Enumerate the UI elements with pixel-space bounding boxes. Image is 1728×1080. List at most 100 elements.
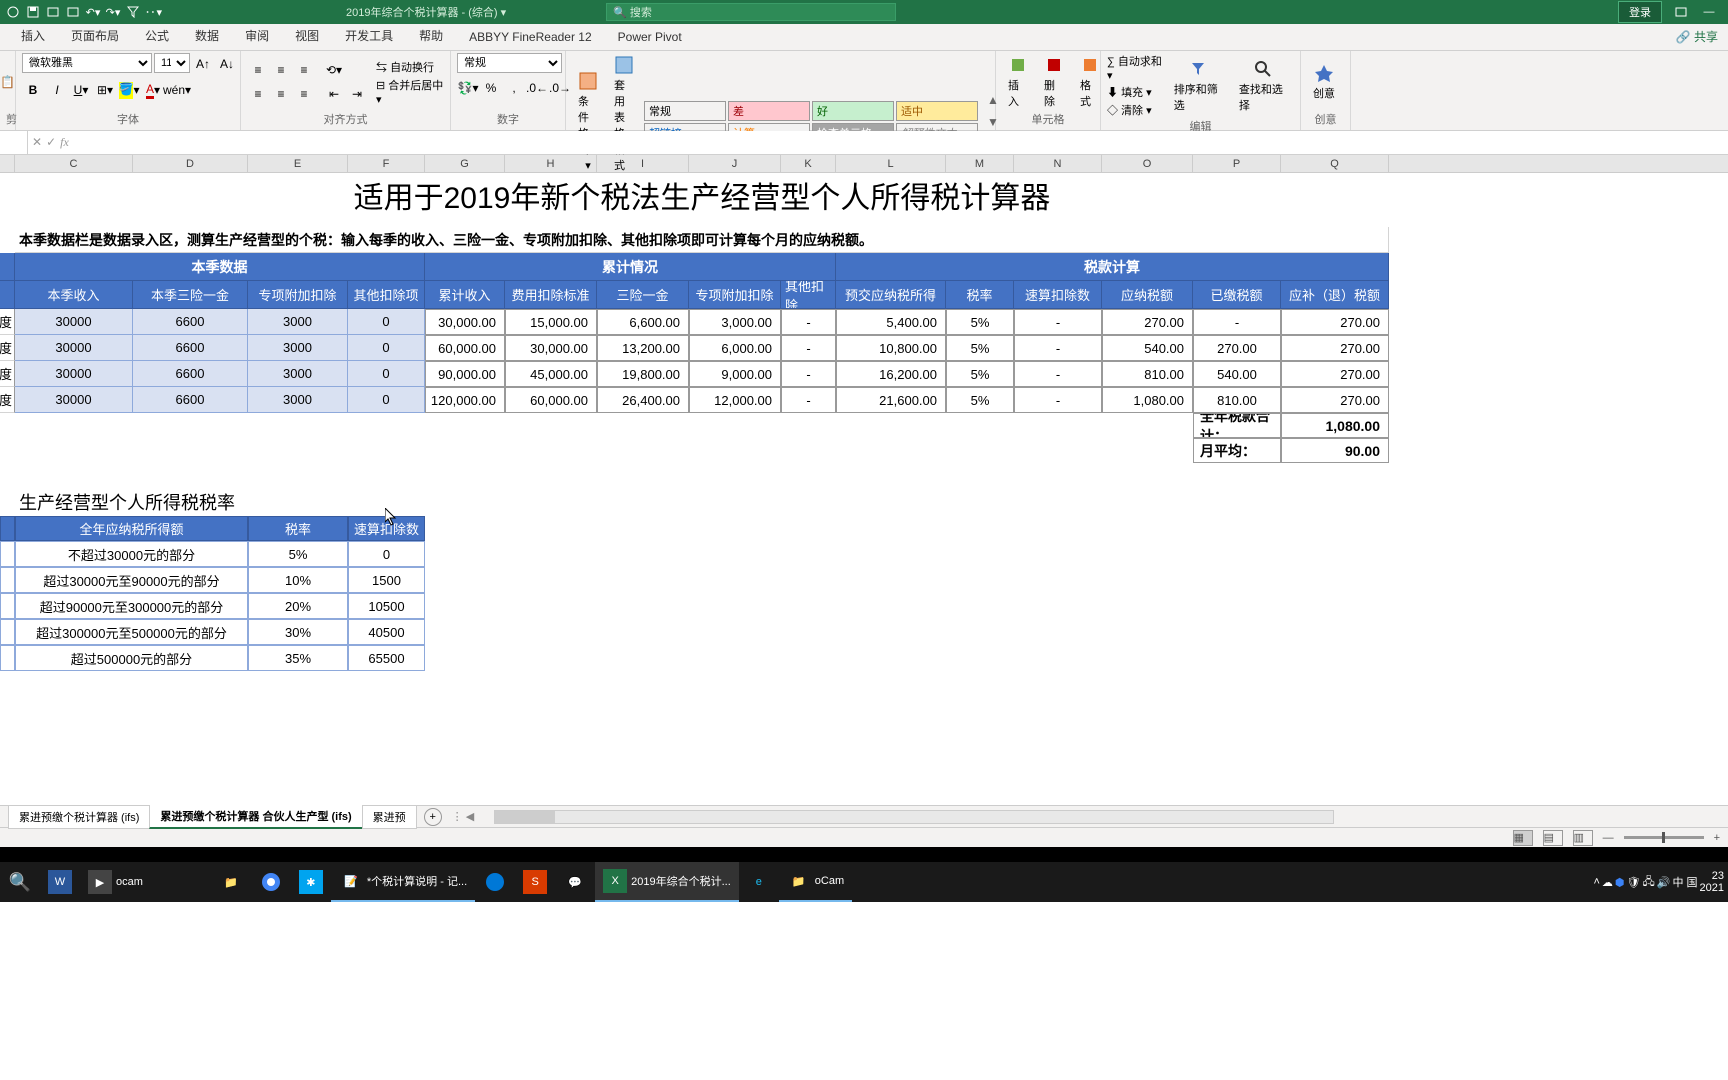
- increase-indent-icon[interactable]: ⇥: [346, 83, 368, 105]
- tray-time[interactable]: 23: [1700, 870, 1724, 882]
- fill-button[interactable]: ⬇ 填充 ▾: [1107, 84, 1164, 100]
- data-row[interactable]: 度 30000 6600 3000 0 30,000.00 15,000.00 …: [0, 309, 1728, 335]
- data-cell[interactable]: 5%: [946, 361, 1014, 387]
- tab-view[interactable]: 视图: [282, 21, 332, 50]
- row-label[interactable]: 度: [0, 335, 15, 361]
- style-good[interactable]: 好: [812, 101, 894, 121]
- add-sheet-button[interactable]: +: [424, 808, 442, 826]
- rate-row[interactable]: 不超过30000元的部分 5% 0: [0, 541, 1728, 567]
- rate-row[interactable]: 超过500000元的部分 35% 65500: [0, 645, 1728, 671]
- redo-icon[interactable]: ↷▾: [104, 3, 122, 21]
- data-cell[interactable]: 5%: [946, 335, 1014, 361]
- tray-date[interactable]: 2021: [1700, 882, 1724, 894]
- comma-icon[interactable]: ,: [503, 77, 525, 99]
- tab-help[interactable]: 帮助: [406, 21, 456, 50]
- decrease-font-icon[interactable]: A↓: [216, 53, 238, 75]
- data-cell[interactable]: 6,000.00: [689, 335, 781, 361]
- data-cell[interactable]: 30000: [15, 387, 133, 413]
- sub-header[interactable]: 已缴税额: [1193, 281, 1281, 309]
- rate-cell[interactable]: 10%: [248, 567, 348, 593]
- sub-header[interactable]: 其他扣除: [781, 281, 836, 309]
- sub-header[interactable]: 速算扣除数: [1014, 281, 1102, 309]
- tab-powerpivot[interactable]: Power Pivot: [605, 24, 695, 50]
- taskbar-word[interactable]: W: [40, 862, 80, 902]
- minimize-icon[interactable]: —: [1700, 3, 1718, 21]
- data-cell[interactable]: 5,400.00: [836, 309, 946, 335]
- data-cell[interactable]: 19,800.00: [597, 361, 689, 387]
- rate-cell[interactable]: 30%: [248, 619, 348, 645]
- delete-cells-button[interactable]: 删除: [1038, 53, 1070, 111]
- col-header[interactable]: P: [1193, 155, 1281, 172]
- tray-network-icon[interactable]: 🖧: [1642, 873, 1654, 892]
- data-cell[interactable]: 6600: [133, 309, 248, 335]
- style-neutral[interactable]: 适中: [896, 101, 978, 121]
- col-header[interactable]: O: [1102, 155, 1193, 172]
- sub-header[interactable]: 费用扣除标准: [505, 281, 597, 309]
- sub-header[interactable]: 应补（退）税额: [1281, 281, 1389, 309]
- save-icon[interactable]: [24, 3, 42, 21]
- data-cell[interactable]: -: [1014, 335, 1102, 361]
- align-center-icon[interactable]: ≡: [270, 83, 292, 105]
- data-cell[interactable]: 270.00: [1281, 387, 1389, 413]
- sort-filter-button[interactable]: 排序和筛选: [1168, 57, 1229, 115]
- data-cell[interactable]: 6600: [133, 335, 248, 361]
- data-cell[interactable]: 270.00: [1281, 309, 1389, 335]
- font-name-select[interactable]: 微软雅黑: [22, 53, 152, 73]
- data-cell[interactable]: 1,080.00: [1102, 387, 1193, 413]
- tray-ime[interactable]: 中 国: [1672, 874, 1697, 890]
- taskbar-folder[interactable]: 📁oCam: [779, 862, 852, 902]
- data-cell[interactable]: 60,000.00: [505, 387, 597, 413]
- data-cell[interactable]: 5%: [946, 387, 1014, 413]
- rate-cell[interactable]: 5%: [248, 541, 348, 567]
- rate-cell[interactable]: 65500: [348, 645, 425, 671]
- data-cell[interactable]: 0: [348, 387, 425, 413]
- ribbon-display-icon[interactable]: [1672, 3, 1690, 21]
- data-row[interactable]: 度 30000 6600 3000 0 60,000.00 30,000.00 …: [0, 335, 1728, 361]
- sub-header[interactable]: 专项附加扣除: [248, 281, 348, 309]
- col-header[interactable]: C: [15, 155, 133, 172]
- taskbar-notepad[interactable]: 📝*个税计算说明 - 记...: [331, 862, 475, 902]
- page-layout-view-icon[interactable]: ▤: [1543, 830, 1563, 846]
- taskbar-excel[interactable]: X2019年综合个税计...: [595, 862, 739, 902]
- tray-volume-icon[interactable]: 🔊: [1657, 876, 1671, 889]
- data-cell[interactable]: 3000: [248, 361, 348, 387]
- filter-icon[interactable]: [124, 3, 142, 21]
- col-header[interactable]: N: [1014, 155, 1102, 172]
- rate-table-title[interactable]: 生产经营型个人所得税税率: [15, 488, 425, 516]
- align-left-icon[interactable]: ≡: [247, 83, 269, 105]
- data-cell[interactable]: 270.00: [1281, 361, 1389, 387]
- col-header[interactable]: I: [597, 155, 689, 172]
- data-cell[interactable]: 26,400.00: [597, 387, 689, 413]
- summary-label[interactable]: 月平均：: [1193, 438, 1281, 463]
- sheet-title[interactable]: 适用于2019年新个税法生产经营型个人所得税计算器: [15, 173, 1389, 217]
- data-cell[interactable]: 10,800.00: [836, 335, 946, 361]
- tray-up-icon[interactable]: ˄: [1593, 876, 1599, 888]
- font-color-icon[interactable]: A▾: [142, 79, 164, 101]
- page-break-view-icon[interactable]: ▥: [1573, 830, 1593, 846]
- fx-icon[interactable]: fx: [60, 135, 69, 150]
- sub-header[interactable]: 三险一金: [597, 281, 689, 309]
- col-header[interactable]: F: [348, 155, 425, 172]
- data-cell[interactable]: 6600: [133, 361, 248, 387]
- row-label[interactable]: 度: [0, 309, 15, 335]
- fill-color-icon[interactable]: 🪣▾: [118, 79, 140, 101]
- zoom-slider[interactable]: [1624, 836, 1704, 839]
- rate-header[interactable]: 税率: [248, 516, 348, 541]
- data-cell[interactable]: 120,000.00: [425, 387, 505, 413]
- currency-icon[interactable]: 💱▾: [457, 77, 479, 99]
- col-header[interactable]: Q: [1281, 155, 1389, 172]
- data-cell[interactable]: 3000: [248, 335, 348, 361]
- merge-button[interactable]: ⊟ 合并后居中 ▾: [376, 77, 444, 106]
- orientation-icon[interactable]: ⟲▾: [323, 59, 345, 81]
- data-cell[interactable]: 9,000.00: [689, 361, 781, 387]
- data-cell[interactable]: 30000: [15, 361, 133, 387]
- data-cell[interactable]: 12,000.00: [689, 387, 781, 413]
- data-cell[interactable]: -: [781, 387, 836, 413]
- taskbar-edge[interactable]: [475, 862, 515, 902]
- col-header[interactable]: M: [946, 155, 1014, 172]
- enter-icon[interactable]: ✓: [46, 135, 56, 150]
- align-right-icon[interactable]: ≡: [293, 83, 315, 105]
- spreadsheet-grid[interactable]: 适用于2019年新个税法生产经营型个人所得税计算器 本季数据栏是数据录入区，测算…: [0, 173, 1728, 805]
- name-box[interactable]: [0, 131, 28, 154]
- summary-value[interactable]: 1,080.00: [1281, 413, 1389, 438]
